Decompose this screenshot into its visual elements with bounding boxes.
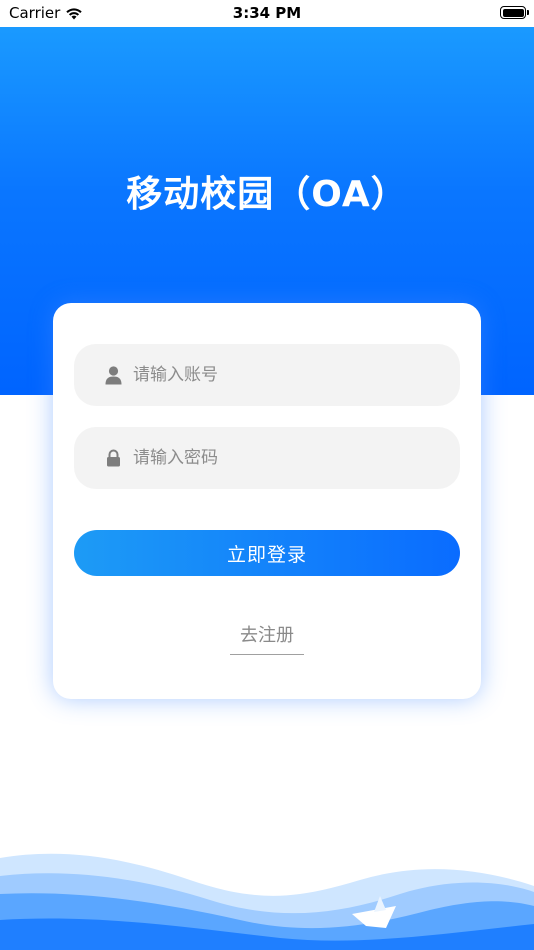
status-time: 3:34 PM xyxy=(232,4,302,22)
password-input[interactable] xyxy=(133,448,433,468)
account-input[interactable] xyxy=(133,365,433,385)
wave-decoration xyxy=(0,853,534,950)
login-screen: Carrier 3:34 PM 移动校园（OA） 请输入账号 立即登录 去注册 xyxy=(0,0,534,950)
battery-icon xyxy=(500,6,529,19)
register-link[interactable]: 去注册 xyxy=(230,621,304,655)
lock-icon xyxy=(104,448,122,468)
account-field[interactable] xyxy=(74,344,460,406)
user-icon xyxy=(104,365,122,385)
status-bar: Carrier 3:34 PM xyxy=(0,0,534,27)
login-card: 立即登录 去注册 xyxy=(53,303,481,699)
login-button[interactable]: 立即登录 xyxy=(74,530,460,576)
app-title: 移动校园（OA） xyxy=(126,174,408,215)
password-field[interactable] xyxy=(74,427,460,489)
